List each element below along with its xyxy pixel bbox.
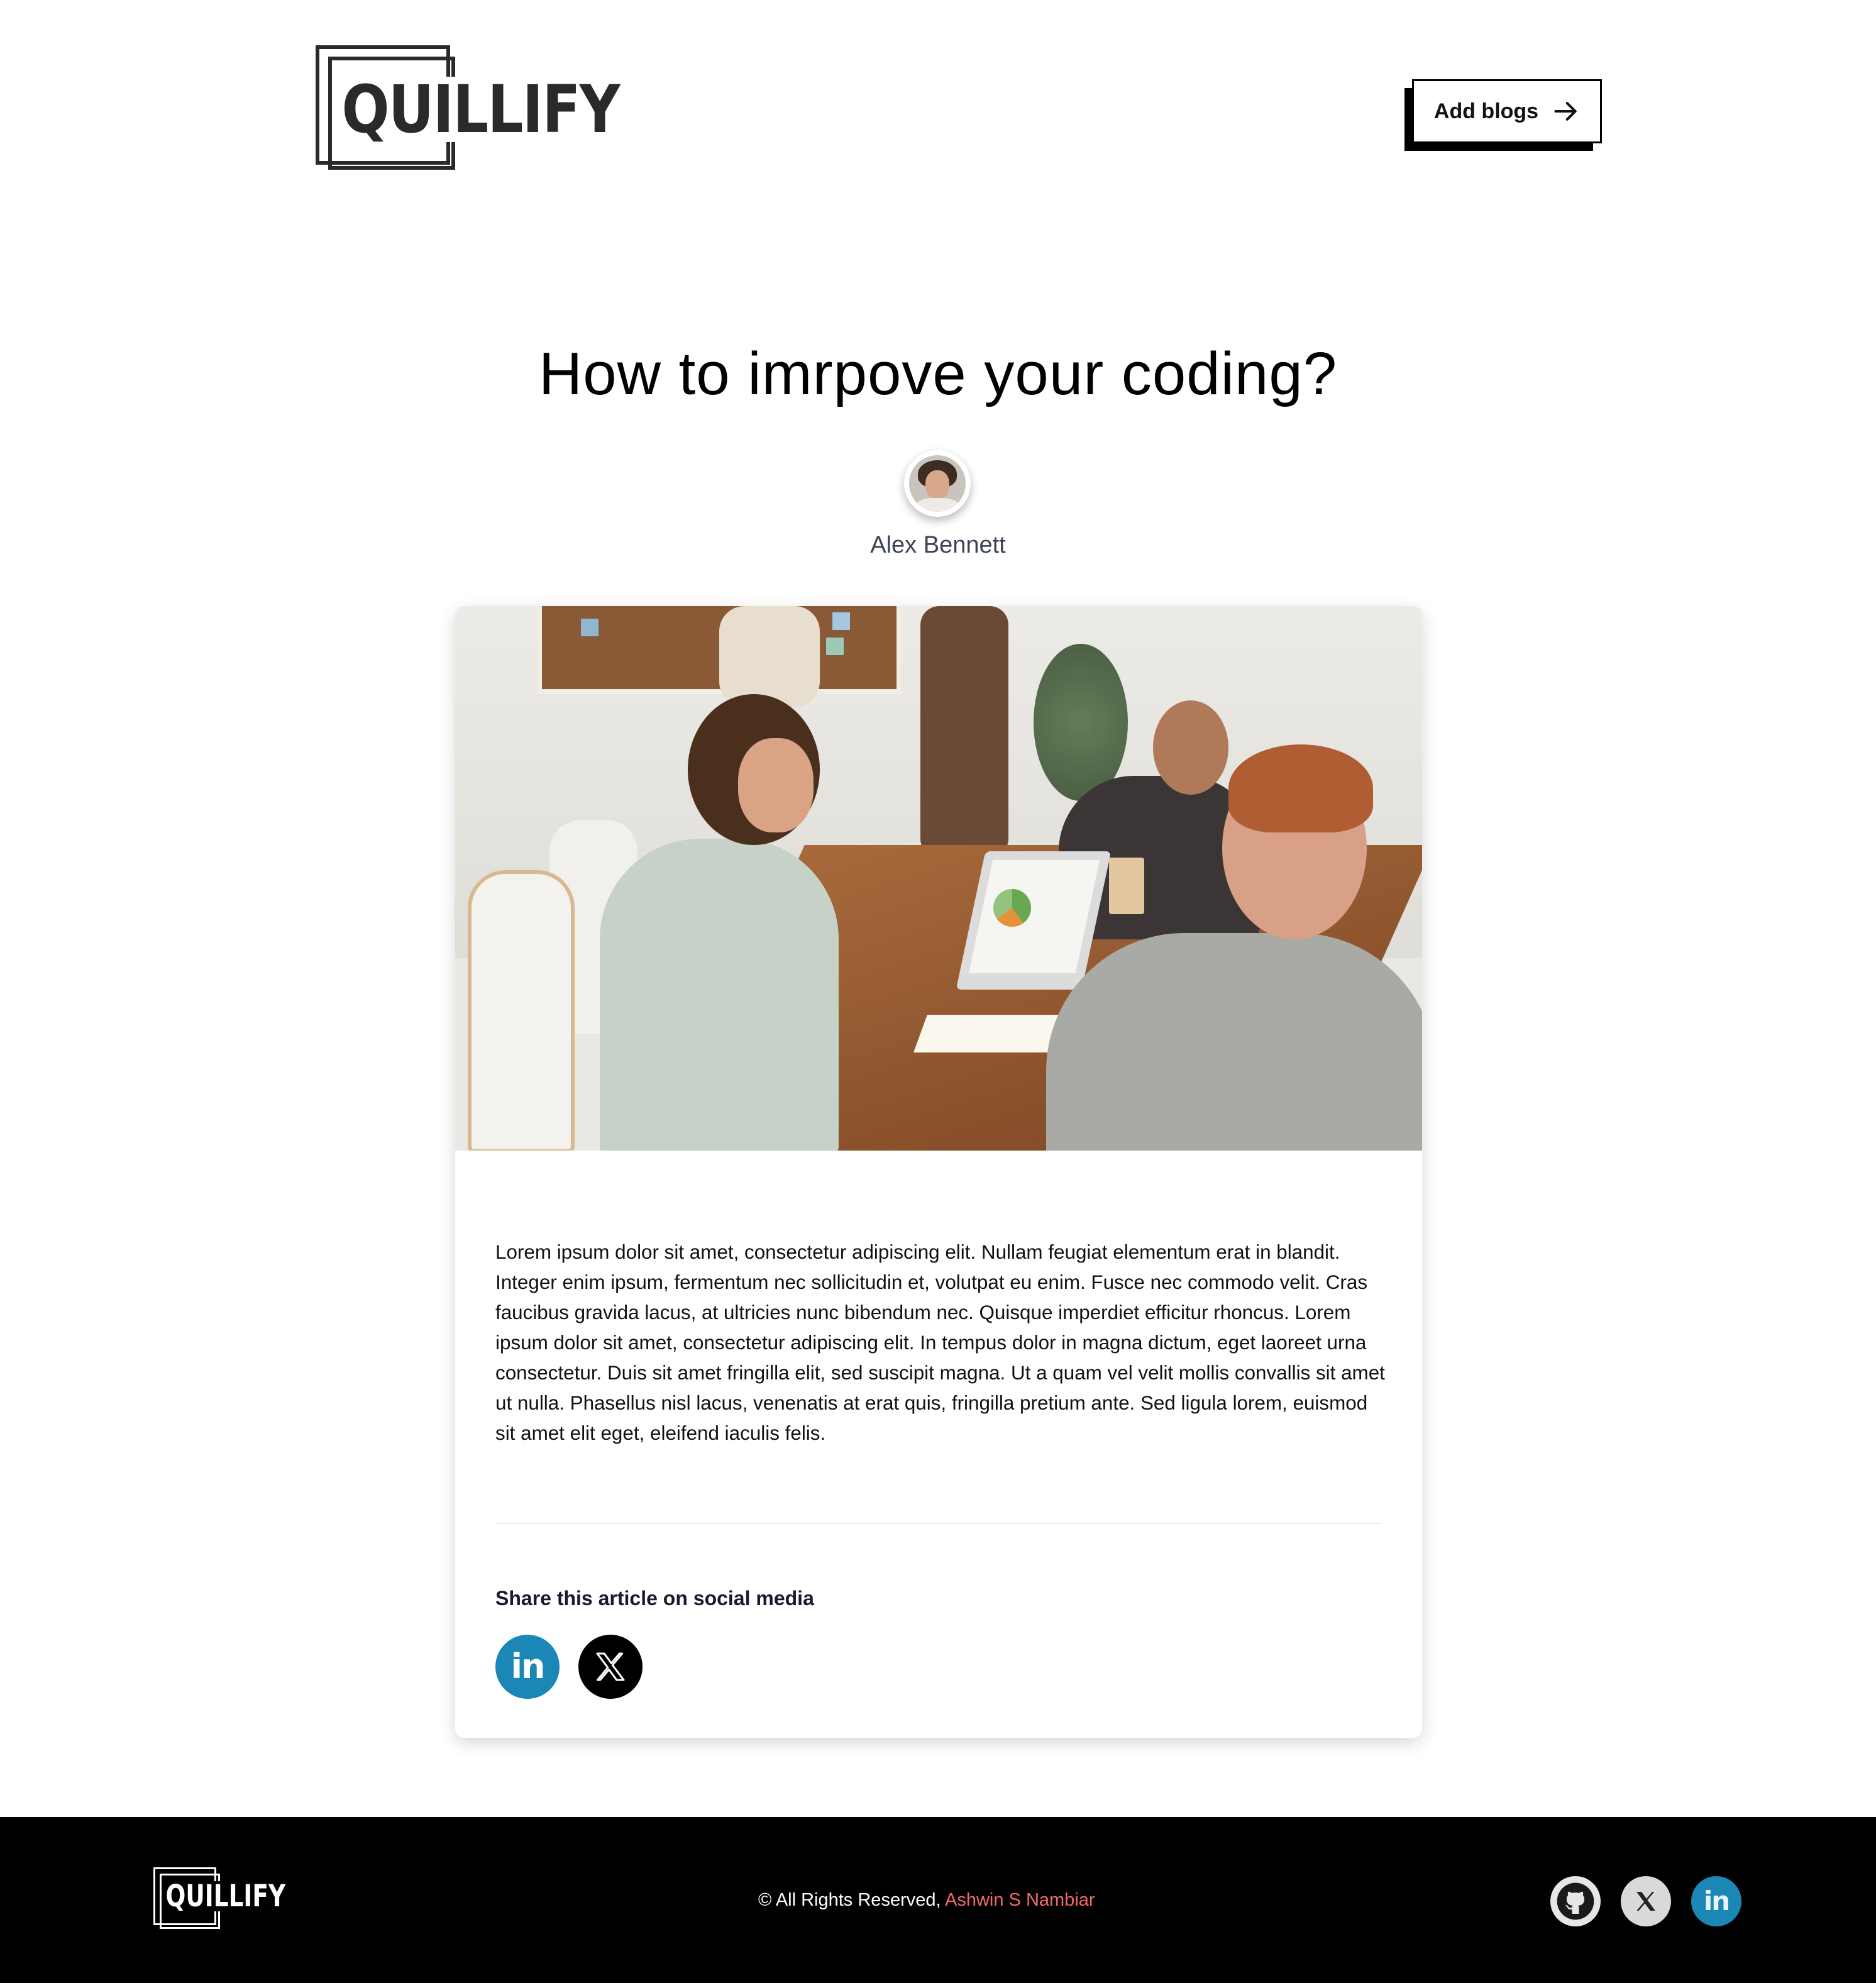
footer-github-button[interactable] (1550, 1876, 1601, 1926)
footer-logo[interactable]: QUILLIFY (153, 1867, 287, 1933)
site-header: QUILLIFY Add blogs (0, 0, 1876, 207)
copyright-author-link[interactable]: Ashwin S Nambiar (945, 1890, 1095, 1910)
share-linkedin-button[interactable]: in (495, 1635, 560, 1699)
add-blogs-label: Add blogs (1433, 99, 1539, 123)
linkedin-icon: in (1703, 1886, 1730, 1916)
footer-linkedin-button[interactable]: in (1691, 1876, 1741, 1926)
x-icon (596, 1652, 625, 1681)
copyright-text: © All Rights Reserved, Ashwin S Nambiar (758, 1890, 1095, 1911)
quillify-logo[interactable]: QUILLIFY (312, 40, 622, 181)
footer-logo-text: QUILLIFY (165, 1879, 287, 1914)
site-footer: QUILLIFY © All Rights Reserved, Ashwin S… (0, 1817, 1876, 1983)
arrow-right-icon (1554, 102, 1577, 121)
logo-text: QUILLIFY (339, 77, 622, 142)
article-cover-image (455, 606, 1422, 1151)
author-name: Alex Bennett (870, 532, 1006, 558)
article-title: How to imrpove your coding? (538, 340, 1338, 407)
divider (495, 1523, 1382, 1524)
share-title: Share this article on social media (495, 1587, 814, 1610)
x-icon (1636, 1892, 1655, 1911)
copyright-prefix: © All Rights Reserved, (758, 1890, 941, 1910)
share-x-button[interactable] (578, 1635, 643, 1699)
author-avatar (904, 450, 971, 517)
footer-x-button[interactable] (1621, 1876, 1671, 1926)
article-body: Lorem ipsum dolor sit amet, consectetur … (495, 1241, 1385, 1444)
github-icon (1557, 1882, 1594, 1920)
add-blogs-button[interactable]: Add blogs (1412, 79, 1602, 143)
linkedin-icon: in (510, 1647, 546, 1686)
article-card: Lorem ipsum dolor sit amet, consectetur … (455, 606, 1422, 1738)
